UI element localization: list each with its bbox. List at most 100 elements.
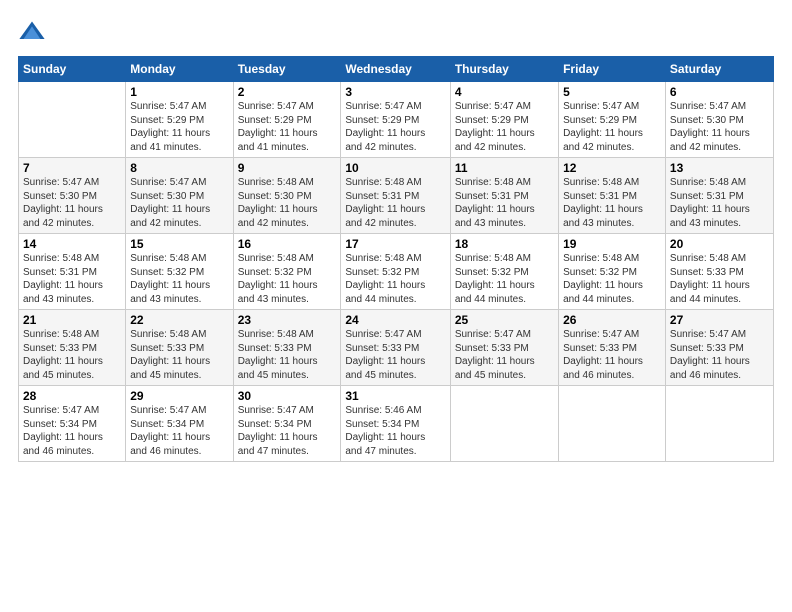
week-row-0: 1Sunrise: 5:47 AM Sunset: 5:29 PM Daylig… (19, 82, 774, 158)
day-header-sunday: Sunday (19, 57, 126, 82)
day-number: 22 (130, 313, 228, 327)
day-header-friday: Friday (559, 57, 666, 82)
day-number: 23 (238, 313, 337, 327)
week-row-3: 21Sunrise: 5:48 AM Sunset: 5:33 PM Dayli… (19, 310, 774, 386)
calendar-cell: 24Sunrise: 5:47 AM Sunset: 5:33 PM Dayli… (341, 310, 450, 386)
page: SundayMondayTuesdayWednesdayThursdayFrid… (0, 0, 792, 612)
week-row-2: 14Sunrise: 5:48 AM Sunset: 5:31 PM Dayli… (19, 234, 774, 310)
calendar-cell: 31Sunrise: 5:46 AM Sunset: 5:34 PM Dayli… (341, 386, 450, 462)
day-header-tuesday: Tuesday (233, 57, 341, 82)
day-number: 8 (130, 161, 228, 175)
day-number: 1 (130, 85, 228, 99)
calendar-header-row: SundayMondayTuesdayWednesdayThursdayFrid… (19, 57, 774, 82)
day-header-saturday: Saturday (665, 57, 773, 82)
day-number: 27 (670, 313, 769, 327)
calendar-cell: 30Sunrise: 5:47 AM Sunset: 5:34 PM Dayli… (233, 386, 341, 462)
day-info: Sunrise: 5:47 AM Sunset: 5:29 PM Dayligh… (455, 100, 554, 154)
calendar-cell: 11Sunrise: 5:48 AM Sunset: 5:31 PM Dayli… (450, 158, 558, 234)
day-info: Sunrise: 5:48 AM Sunset: 5:32 PM Dayligh… (455, 252, 554, 306)
calendar-cell: 4Sunrise: 5:47 AM Sunset: 5:29 PM Daylig… (450, 82, 558, 158)
day-number: 19 (563, 237, 661, 251)
week-row-1: 7Sunrise: 5:47 AM Sunset: 5:30 PM Daylig… (19, 158, 774, 234)
calendar-cell: 2Sunrise: 5:47 AM Sunset: 5:29 PM Daylig… (233, 82, 341, 158)
day-info: Sunrise: 5:48 AM Sunset: 5:31 PM Dayligh… (455, 176, 554, 230)
day-number: 7 (23, 161, 121, 175)
day-info: Sunrise: 5:47 AM Sunset: 5:30 PM Dayligh… (670, 100, 769, 154)
day-number: 10 (345, 161, 445, 175)
day-number: 26 (563, 313, 661, 327)
calendar-cell (559, 386, 666, 462)
day-number: 2 (238, 85, 337, 99)
day-number: 16 (238, 237, 337, 251)
day-number: 14 (23, 237, 121, 251)
calendar-cell: 15Sunrise: 5:48 AM Sunset: 5:32 PM Dayli… (126, 234, 233, 310)
day-number: 12 (563, 161, 661, 175)
calendar-cell (19, 82, 126, 158)
day-info: Sunrise: 5:48 AM Sunset: 5:30 PM Dayligh… (238, 176, 337, 230)
day-number: 24 (345, 313, 445, 327)
calendar-cell: 26Sunrise: 5:47 AM Sunset: 5:33 PM Dayli… (559, 310, 666, 386)
day-number: 6 (670, 85, 769, 99)
day-number: 5 (563, 85, 661, 99)
logo-icon (18, 18, 46, 46)
calendar-cell: 27Sunrise: 5:47 AM Sunset: 5:33 PM Dayli… (665, 310, 773, 386)
day-info: Sunrise: 5:48 AM Sunset: 5:33 PM Dayligh… (670, 252, 769, 306)
day-info: Sunrise: 5:47 AM Sunset: 5:29 PM Dayligh… (345, 100, 445, 154)
day-info: Sunrise: 5:47 AM Sunset: 5:30 PM Dayligh… (130, 176, 228, 230)
calendar-cell: 5Sunrise: 5:47 AM Sunset: 5:29 PM Daylig… (559, 82, 666, 158)
day-number: 30 (238, 389, 337, 403)
day-number: 11 (455, 161, 554, 175)
calendar-cell: 23Sunrise: 5:48 AM Sunset: 5:33 PM Dayli… (233, 310, 341, 386)
day-info: Sunrise: 5:46 AM Sunset: 5:34 PM Dayligh… (345, 404, 445, 458)
calendar-cell (665, 386, 773, 462)
calendar-cell: 8Sunrise: 5:47 AM Sunset: 5:30 PM Daylig… (126, 158, 233, 234)
calendar-cell: 22Sunrise: 5:48 AM Sunset: 5:33 PM Dayli… (126, 310, 233, 386)
day-header-monday: Monday (126, 57, 233, 82)
calendar-cell: 13Sunrise: 5:48 AM Sunset: 5:31 PM Dayli… (665, 158, 773, 234)
day-info: Sunrise: 5:48 AM Sunset: 5:32 PM Dayligh… (563, 252, 661, 306)
day-info: Sunrise: 5:48 AM Sunset: 5:33 PM Dayligh… (23, 328, 121, 382)
calendar-table: SundayMondayTuesdayWednesdayThursdayFrid… (18, 56, 774, 462)
day-number: 25 (455, 313, 554, 327)
day-number: 17 (345, 237, 445, 251)
day-info: Sunrise: 5:47 AM Sunset: 5:30 PM Dayligh… (23, 176, 121, 230)
calendar-cell: 19Sunrise: 5:48 AM Sunset: 5:32 PM Dayli… (559, 234, 666, 310)
calendar-cell: 18Sunrise: 5:48 AM Sunset: 5:32 PM Dayli… (450, 234, 558, 310)
day-info: Sunrise: 5:47 AM Sunset: 5:33 PM Dayligh… (563, 328, 661, 382)
calendar-cell: 1Sunrise: 5:47 AM Sunset: 5:29 PM Daylig… (126, 82, 233, 158)
day-info: Sunrise: 5:47 AM Sunset: 5:29 PM Dayligh… (563, 100, 661, 154)
day-number: 31 (345, 389, 445, 403)
day-info: Sunrise: 5:47 AM Sunset: 5:33 PM Dayligh… (455, 328, 554, 382)
day-number: 20 (670, 237, 769, 251)
header (18, 18, 774, 46)
calendar-cell: 17Sunrise: 5:48 AM Sunset: 5:32 PM Dayli… (341, 234, 450, 310)
calendar-cell: 14Sunrise: 5:48 AM Sunset: 5:31 PM Dayli… (19, 234, 126, 310)
day-info: Sunrise: 5:47 AM Sunset: 5:34 PM Dayligh… (23, 404, 121, 458)
day-info: Sunrise: 5:48 AM Sunset: 5:31 PM Dayligh… (670, 176, 769, 230)
calendar-cell: 21Sunrise: 5:48 AM Sunset: 5:33 PM Dayli… (19, 310, 126, 386)
day-info: Sunrise: 5:48 AM Sunset: 5:31 PM Dayligh… (345, 176, 445, 230)
calendar-cell (450, 386, 558, 462)
calendar-cell: 3Sunrise: 5:47 AM Sunset: 5:29 PM Daylig… (341, 82, 450, 158)
day-number: 18 (455, 237, 554, 251)
day-info: Sunrise: 5:47 AM Sunset: 5:33 PM Dayligh… (670, 328, 769, 382)
calendar-cell: 6Sunrise: 5:47 AM Sunset: 5:30 PM Daylig… (665, 82, 773, 158)
day-info: Sunrise: 5:47 AM Sunset: 5:29 PM Dayligh… (130, 100, 228, 154)
day-number: 9 (238, 161, 337, 175)
calendar-cell: 7Sunrise: 5:47 AM Sunset: 5:30 PM Daylig… (19, 158, 126, 234)
day-info: Sunrise: 5:48 AM Sunset: 5:33 PM Dayligh… (130, 328, 228, 382)
day-info: Sunrise: 5:47 AM Sunset: 5:33 PM Dayligh… (345, 328, 445, 382)
day-number: 15 (130, 237, 228, 251)
logo (18, 18, 50, 46)
day-info: Sunrise: 5:48 AM Sunset: 5:32 PM Dayligh… (238, 252, 337, 306)
day-number: 29 (130, 389, 228, 403)
day-info: Sunrise: 5:47 AM Sunset: 5:29 PM Dayligh… (238, 100, 337, 154)
day-number: 28 (23, 389, 121, 403)
calendar-cell: 16Sunrise: 5:48 AM Sunset: 5:32 PM Dayli… (233, 234, 341, 310)
calendar-cell: 12Sunrise: 5:48 AM Sunset: 5:31 PM Dayli… (559, 158, 666, 234)
calendar-cell: 28Sunrise: 5:47 AM Sunset: 5:34 PM Dayli… (19, 386, 126, 462)
day-info: Sunrise: 5:47 AM Sunset: 5:34 PM Dayligh… (238, 404, 337, 458)
day-info: Sunrise: 5:48 AM Sunset: 5:31 PM Dayligh… (23, 252, 121, 306)
day-header-thursday: Thursday (450, 57, 558, 82)
day-header-wednesday: Wednesday (341, 57, 450, 82)
